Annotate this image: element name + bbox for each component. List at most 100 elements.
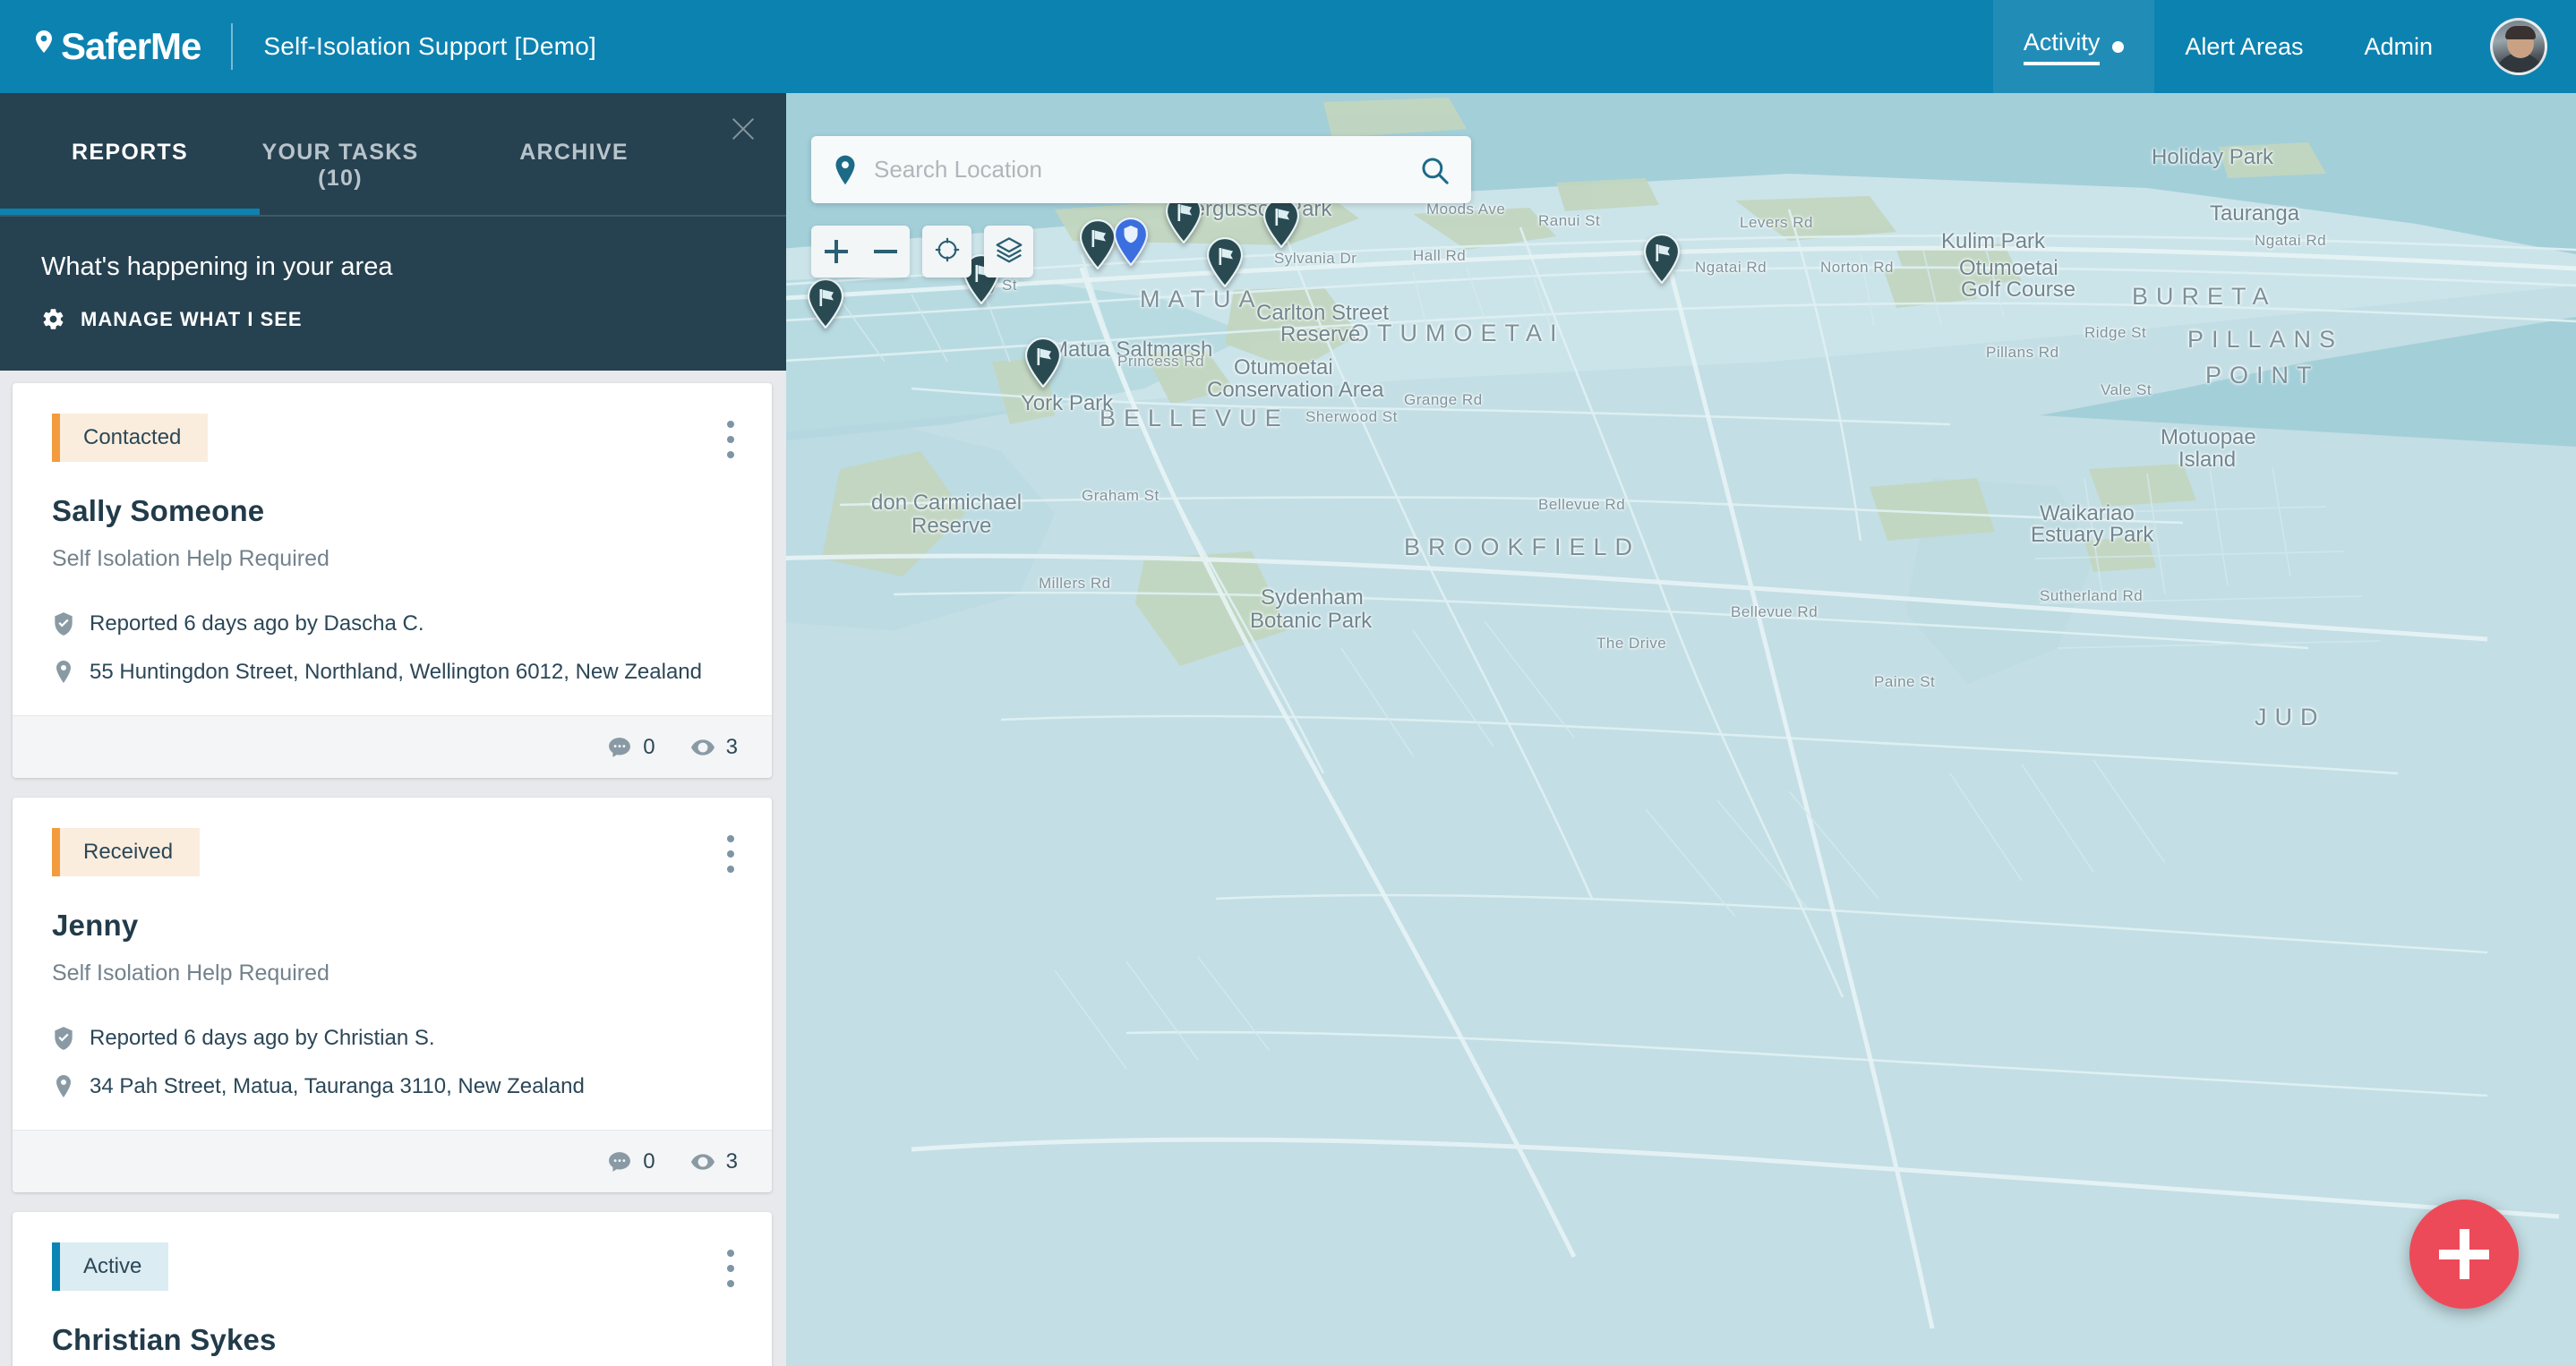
manage-what-i-see-button[interactable]: MANAGE WHAT I SEE [41,307,786,331]
tab-archive-label: ARCHIVE [519,140,629,165]
minus-icon [873,240,897,263]
tab-your-tasks[interactable]: YOUR TASKS (10) [260,140,421,215]
report-reported-row: Reported 6 days ago by Dascha C. [13,611,772,636]
report-person-name: Christian Sykes [52,1323,277,1356]
nav-item-alert-areas[interactable]: Alert Areas [2154,0,2333,93]
search-input[interactable] [874,156,1419,184]
manage-what-i-see-label: MANAGE WHAT I SEE [81,307,303,330]
activity-notification-dot [2112,40,2125,53]
map-marker-selected[interactable] [1112,217,1150,267]
brand-name: SaferMe [61,25,201,67]
gear-icon [41,307,65,331]
location-pin-icon [52,660,75,685]
nav-item-activity[interactable]: Activity [1992,0,2155,93]
views-stat[interactable]: 3 [690,1148,738,1174]
map-marker-report[interactable] [1262,197,1301,249]
nav-item-admin[interactable]: Admin [2333,0,2463,93]
report-card-header: Active [13,1212,772,1291]
map-layers-button[interactable] [984,226,1033,277]
check-shield-icon [52,611,75,636]
comments-stat[interactable]: 0 [608,1149,655,1174]
eye-icon [690,737,715,758]
plus-icon [824,240,848,263]
report-card[interactable]: Active Christian Sykes [13,1212,772,1366]
comments-stat[interactable]: 0 [608,735,655,760]
comment-icon [608,737,631,758]
activity-sidebar: REPORTS YOUR TASKS (10) ARCHIVE What's h… [0,93,786,1366]
location-pin-icon [833,154,858,186]
report-address-row: 55 Huntingdon Street, Northland, Welling… [13,660,772,685]
report-address-text: 34 Pah Street, Matua, Tauranga 3110, New… [90,1074,585,1098]
report-card[interactable]: Received Jenny Self Isolation Help Requi… [13,798,772,1192]
views-count: 3 [725,1148,738,1174]
report-address-text: 55 Huntingdon Street, Northland, Welling… [90,660,702,684]
location-pin-icon [30,29,57,64]
nav-links: Activity Alert Areas Admin [1992,0,2576,93]
tab-reports[interactable]: REPORTS [0,140,260,215]
zoom-in-button[interactable] [811,226,860,277]
report-reported-text: Reported 6 days ago by Dascha C. [90,611,424,636]
avatar-button[interactable] [2463,0,2576,93]
report-category: Self Isolation Help Required [52,546,329,571]
report-person-name: Jenny [52,909,139,942]
avatar-hair [2505,26,2536,39]
crosshair-icon [934,236,961,268]
layers-icon [995,235,1023,269]
map-marker-report[interactable] [1023,337,1063,388]
header-divider [231,23,234,70]
locate-control-group [922,226,971,277]
nav-item-admin-label: Admin [2364,32,2433,60]
nav-item-alert-areas-label: Alert Areas [2185,32,2304,60]
comment-icon [608,1151,631,1173]
map-basemap [786,93,2576,1366]
sidebar-subheader: What's happening in your area MANAGE WHA… [0,217,786,371]
tab-your-tasks-label: YOUR TASKS (10) [261,140,419,191]
report-card-footer: 0 3 [13,1130,772,1192]
report-address-row: 34 Pah Street, Matua, Tauranga 3110, New… [13,1074,772,1099]
zoom-control-group [811,226,910,277]
map-canvas[interactable]: MATUA OTUMOETAI BURETA PILLANS POINT BELLEVUE… [786,93,2576,1366]
locate-me-button[interactable] [922,226,971,277]
avatar [2490,18,2547,75]
search-icon[interactable] [1419,155,1450,185]
sidebar-subtitle: What's happening in your area [41,252,393,281]
reports-list[interactable]: Contacted Sally Someone Self Isolation H… [0,371,786,1366]
map-controls [811,226,1046,277]
report-card-footer: 0 3 [13,715,772,778]
tab-reports-label: REPORTS [72,140,188,165]
report-card-header: Contacted [13,383,772,462]
nav-item-activity-label: Activity [2023,29,2101,65]
sidebar-header: REPORTS YOUR TASKS (10) ARCHIVE What's h… [0,93,786,371]
report-card[interactable]: Contacted Sally Someone Self Isolation H… [13,383,772,778]
top-navigation-bar: SaferMe Self-Isolation Support [Demo] Ac… [0,0,2576,93]
comments-count: 0 [643,1148,655,1174]
report-category: Self Isolation Help Required [52,960,329,986]
search-location-bar[interactable] [811,136,1471,203]
report-reported-row: Reported 6 days ago by Christian S. [13,1026,772,1051]
status-badge: Received [52,828,201,876]
map-marker-report[interactable] [806,277,845,329]
report-card-menu-icon[interactable] [727,1250,734,1295]
app-title: Self-Isolation Support [Demo] [263,32,596,60]
plus-icon [2439,1229,2489,1279]
report-card-menu-icon[interactable] [727,835,734,881]
zoom-out-button[interactable] [860,226,910,277]
report-card-header: Received [13,798,772,876]
app-root: SaferMe Self-Isolation Support [Demo] Ac… [0,0,2576,1366]
brand-logo[interactable]: SaferMe [0,28,201,65]
report-person-name: Sally Someone [52,494,265,527]
add-report-button[interactable] [2409,1200,2519,1309]
map-marker-report[interactable] [1205,236,1245,288]
sidebar-tabs: REPORTS YOUR TASKS (10) ARCHIVE [0,93,786,215]
views-stat[interactable]: 3 [690,735,738,760]
status-badge: Active [52,1242,169,1291]
close-icon[interactable] [725,111,761,147]
report-card-menu-icon[interactable] [727,421,734,466]
map-marker-report[interactable] [1642,233,1682,285]
status-badge: Contacted [52,414,209,462]
location-pin-icon [52,1074,75,1099]
layers-control-group [984,226,1033,277]
eye-icon [690,1151,715,1173]
tab-archive[interactable]: ARCHIVE [498,140,650,215]
report-reported-text: Reported 6 days ago by Christian S. [90,1026,435,1050]
